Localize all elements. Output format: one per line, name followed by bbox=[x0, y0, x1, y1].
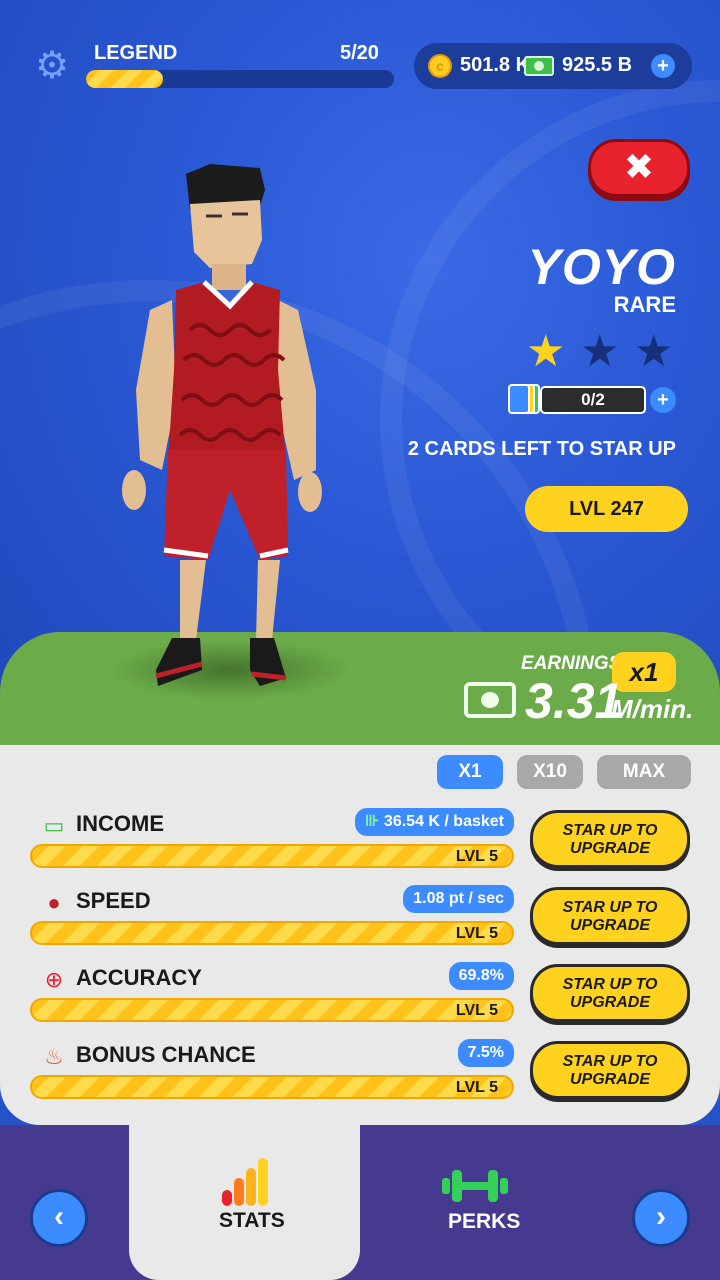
add-cards-button[interactable]: + bbox=[650, 387, 676, 413]
fire-icon: ♨ bbox=[44, 1044, 64, 1069]
upgrade-income-button[interactable]: STAR UP TO UPGRADE bbox=[530, 810, 690, 868]
upgrade-bonus-chance-button[interactable]: STAR UP TO UPGRADE bbox=[530, 1041, 690, 1099]
stat-value-badge: ⊪ 36.54 K / basket bbox=[354, 808, 514, 836]
stat-row-accuracy: ⊕ ACCURACY 69.8% LVL 5 bbox=[30, 962, 514, 1028]
coin-icon: c bbox=[428, 54, 452, 78]
cash-icon: ▭ bbox=[43, 813, 65, 838]
star-filled-icon: ★ bbox=[526, 327, 566, 376]
cash-balance: 925.5 B bbox=[562, 54, 633, 76]
upgrade-speed-button[interactable]: STAR UP TO UPGRADE bbox=[530, 887, 690, 945]
tab-perks[interactable]: PERKS bbox=[448, 1210, 520, 1234]
stat-value-badge: 69.8% bbox=[448, 962, 514, 990]
stat-level: LVL 5 bbox=[455, 848, 498, 865]
cards-progress: 0/2 bbox=[540, 386, 646, 414]
stat-level-bar: LVL 5 bbox=[30, 844, 514, 868]
cash-icon bbox=[524, 56, 554, 76]
stat-level-bar: LVL 5 bbox=[30, 921, 514, 945]
rank-progress-bar bbox=[86, 70, 394, 88]
stat-row-bonus-chance: ♨ BONUS CHANCE 7.5% LVL 5 bbox=[30, 1039, 514, 1105]
earnings-unit: M/min. bbox=[611, 694, 694, 724]
multiplier-tab-x10[interactable]: X10 bbox=[517, 755, 583, 789]
earnings-cash-icon bbox=[464, 682, 516, 718]
star-empty-icon: ★ bbox=[634, 327, 674, 376]
stat-level: LVL 5 bbox=[455, 1079, 498, 1096]
stat-level: LVL 5 bbox=[455, 925, 498, 942]
speed-icon: ● bbox=[47, 890, 61, 915]
stat-level-bar: LVL 5 bbox=[30, 998, 514, 1022]
upgrade-accuracy-button[interactable]: STAR UP TO UPGRADE bbox=[530, 964, 690, 1022]
player-level[interactable]: LVL 247 bbox=[525, 486, 688, 532]
dumbbell-icon: ⊪ bbox=[364, 813, 384, 830]
stat-level-bar: LVL 5 bbox=[30, 1075, 514, 1099]
player-name: YOYO bbox=[527, 239, 676, 295]
stat-value-badge: 1.08 pt / sec bbox=[403, 885, 514, 913]
stat-row-income: ▭ INCOME ⊪ 36.54 K / basket LVL 5 bbox=[30, 808, 514, 874]
star-up-hint: 2 CARDS LEFT TO STAR UP bbox=[407, 438, 676, 460]
stat-name: ACCURACY bbox=[76, 965, 202, 990]
close-button[interactable]: ✖ bbox=[588, 139, 690, 197]
stat-name: INCOME bbox=[76, 811, 164, 836]
settings-gear-icon[interactable]: ⚙ bbox=[34, 47, 70, 85]
currency-panel: c 501.8 K 925.5 B + bbox=[414, 43, 692, 89]
star-empty-icon: ★ bbox=[580, 327, 620, 376]
bottom-nav bbox=[0, 1125, 720, 1280]
rank-progress-fill bbox=[86, 70, 163, 88]
stat-row-speed: ● SPEED 1.08 pt / sec LVL 5 bbox=[30, 885, 514, 951]
stat-level: LVL 5 bbox=[455, 1002, 498, 1019]
multiplier-tab-max[interactable]: MAX bbox=[597, 755, 691, 789]
stat-value-badge: 7.5% bbox=[457, 1039, 514, 1067]
earnings-value: 3.31 bbox=[525, 673, 623, 729]
player-rarity: RARE bbox=[613, 292, 676, 317]
add-currency-button[interactable]: + bbox=[651, 54, 675, 78]
stat-value: 36.54 K / basket bbox=[383, 813, 504, 830]
rank-progress-text: 5/20 bbox=[340, 42, 379, 64]
previous-player-button[interactable]: ‹ bbox=[30, 1189, 88, 1247]
multiplier-tab-x1[interactable]: X1 bbox=[437, 755, 503, 789]
stat-name: BONUS CHANCE bbox=[76, 1042, 256, 1067]
coin-balance: 501.8 K bbox=[460, 54, 531, 76]
star-rating: ★ ★ ★ bbox=[526, 330, 686, 374]
rank-label: LEGEND bbox=[94, 42, 178, 64]
bar-chart-icon bbox=[222, 1158, 268, 1206]
dumbbell-icon bbox=[442, 1170, 508, 1202]
tab-stats-label: STATS bbox=[219, 1209, 285, 1232]
next-player-button[interactable]: › bbox=[632, 1189, 690, 1247]
target-icon: ⊕ bbox=[44, 967, 64, 992]
cards-icon bbox=[508, 384, 544, 416]
player-avatar[interactable] bbox=[110, 160, 340, 700]
stat-name: SPEED bbox=[76, 888, 151, 913]
